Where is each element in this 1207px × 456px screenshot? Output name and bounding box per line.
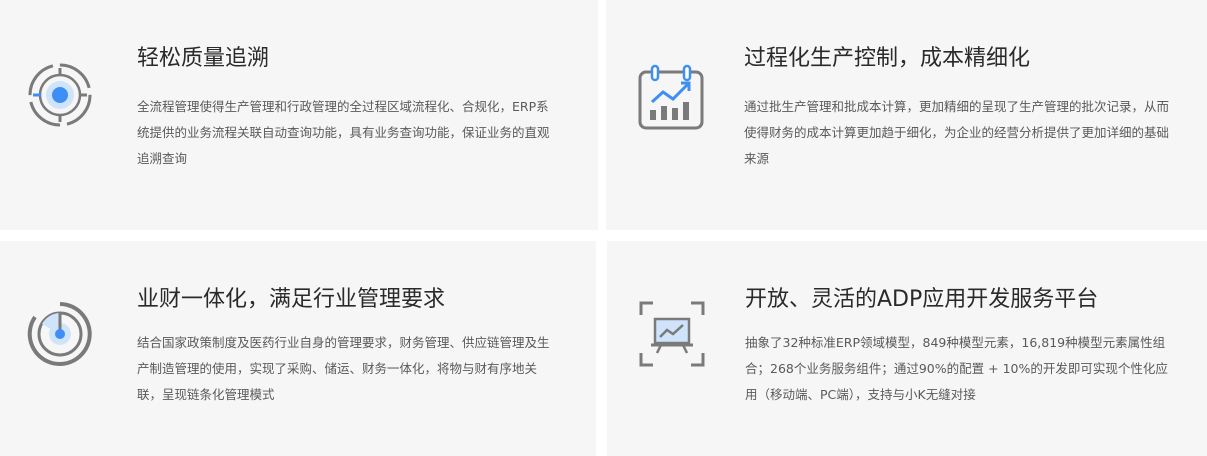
feature-title: 轻松质量追溯 — [137, 46, 270, 71]
feature-title: 开放、灵活的ADP应用开发服务平台 — [745, 287, 1099, 312]
feature-title: 业财一体化，满足行业管理要求 — [137, 287, 446, 312]
feature-card-cost-control: 过程化生产控制，成本精细化 通过批生产管理和批成本计算，更加精细的呈现了生产管理… — [606, 0, 1207, 230]
radar-icon — [27, 302, 92, 366]
feature-card-adp-platform: 开放、灵活的ADP应用开发服务平台 抽象了32种标准ERP领域模型，849种模型… — [607, 241, 1207, 456]
feature-card-finance-integration: 业财一体化，满足行业管理要求 结合国家政策制度及医药行业自身的管理要求，财务管理… — [0, 241, 596, 456]
target-icon — [28, 63, 92, 127]
feature-title: 过程化生产控制，成本精细化 — [744, 46, 1031, 71]
calendar-chart-icon — [638, 64, 704, 130]
feature-description: 全流程管理使得生产管理和行政管理的全过程区域流程化、合规化，ERP系统提供的业务… — [137, 99, 550, 166]
feature-description: 抽象了32种标准ERP领域模型，849种模型元素，16,819种模型元素属性组合… — [745, 335, 1168, 402]
presentation-icon — [639, 301, 705, 367]
feature-description: 通过批生产管理和批成本计算，更加精细的呈现了生产管理的批次记录，从而使得财务的成… — [744, 99, 1170, 166]
feature-description: 结合国家政策制度及医药行业自身的管理要求，财务管理、供应链管理及生产制造管理的使… — [137, 335, 550, 402]
feature-card-quality-trace: 轻松质量追溯 全流程管理使得生产管理和行政管理的全过程区域流程化、合规化，ERP… — [0, 0, 598, 230]
